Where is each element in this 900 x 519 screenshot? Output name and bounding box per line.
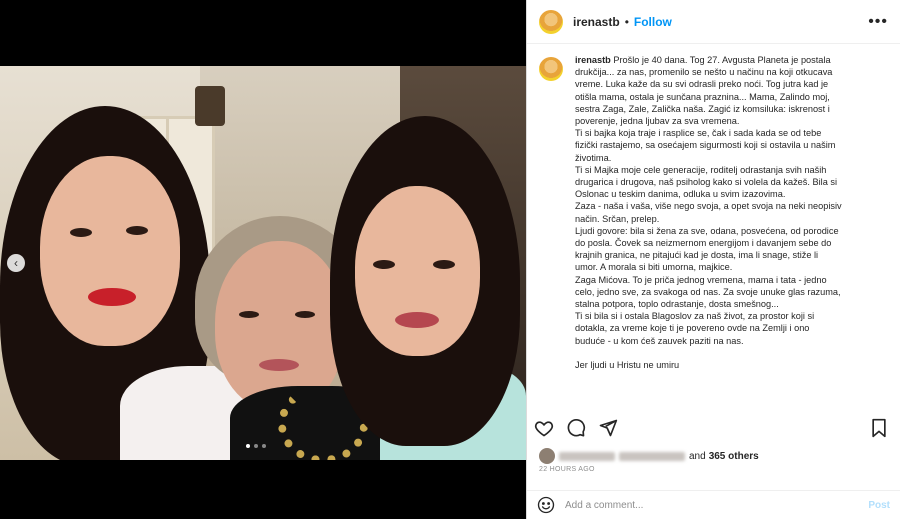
comment-icon[interactable] bbox=[565, 417, 587, 439]
right-woman-face bbox=[355, 186, 480, 356]
share-icon[interactable] bbox=[597, 417, 619, 439]
caption-body: Prošlo je 40 dana. Tog 27. Avgusta Plane… bbox=[575, 55, 842, 371]
heart-icon[interactable] bbox=[533, 417, 555, 439]
caption-avatar[interactable] bbox=[539, 57, 563, 81]
chevron-left-icon: ‹ bbox=[14, 256, 18, 270]
caption-area: irenastb Prošlo je 40 dana. Tog 27. Avgu… bbox=[539, 54, 892, 402]
blurred-liker-name bbox=[619, 451, 685, 461]
liker-avatar[interactable] bbox=[539, 448, 555, 464]
carousel-prev-button[interactable]: ‹ bbox=[7, 254, 25, 272]
carousel-dot bbox=[262, 444, 266, 448]
more-options-icon[interactable]: ••• bbox=[868, 13, 888, 31]
left-woman-eye bbox=[70, 228, 92, 237]
photo-background-object bbox=[195, 86, 225, 126]
middle-woman-lips bbox=[259, 359, 299, 371]
carousel-indicator bbox=[246, 444, 266, 448]
avatar[interactable] bbox=[539, 9, 563, 34]
comment-input[interactable] bbox=[565, 499, 869, 511]
right-woman-lips bbox=[395, 312, 439, 328]
carousel-dot bbox=[254, 444, 258, 448]
middle-woman-eye bbox=[239, 311, 259, 318]
comment-box: Post bbox=[527, 490, 900, 519]
carousel-dot bbox=[246, 444, 250, 448]
photo-panel: ‹ bbox=[0, 0, 526, 519]
action-bar bbox=[533, 416, 894, 440]
caption-username[interactable]: irenastb bbox=[575, 55, 611, 65]
likes-and-text: and bbox=[689, 450, 706, 462]
instagram-post-window: ‹ irenastb • Follow ••• irenastb Prošlo … bbox=[0, 0, 900, 519]
middle-woman-eye bbox=[295, 311, 315, 318]
post-header: irenastb • Follow ••• bbox=[527, 0, 900, 44]
post-sidebar: irenastb • Follow ••• irenastb Prošlo je… bbox=[526, 0, 900, 519]
bookmark-icon[interactable] bbox=[868, 417, 890, 439]
follow-button[interactable]: Follow bbox=[634, 15, 672, 29]
left-woman-eye bbox=[126, 226, 148, 235]
left-woman-face bbox=[40, 156, 180, 346]
likes-count[interactable]: 365 others bbox=[709, 451, 759, 462]
likes-summary: and 365 others bbox=[539, 448, 759, 464]
caption-text: irenastb Prošlo je 40 dana. Tog 27. Avgu… bbox=[575, 54, 842, 402]
post-timestamp[interactable]: 22 HOURS AGO bbox=[539, 466, 595, 473]
post-comment-button[interactable]: Post bbox=[868, 500, 890, 511]
blurred-liker-name bbox=[559, 451, 615, 461]
right-woman-eye bbox=[373, 260, 395, 269]
left-woman-lips bbox=[88, 288, 136, 306]
post-photo[interactable] bbox=[0, 66, 526, 460]
header-separator: • bbox=[624, 14, 629, 29]
emoji-icon[interactable] bbox=[537, 496, 555, 514]
header-username[interactable]: irenastb bbox=[573, 15, 620, 29]
right-woman-eye bbox=[433, 260, 455, 269]
